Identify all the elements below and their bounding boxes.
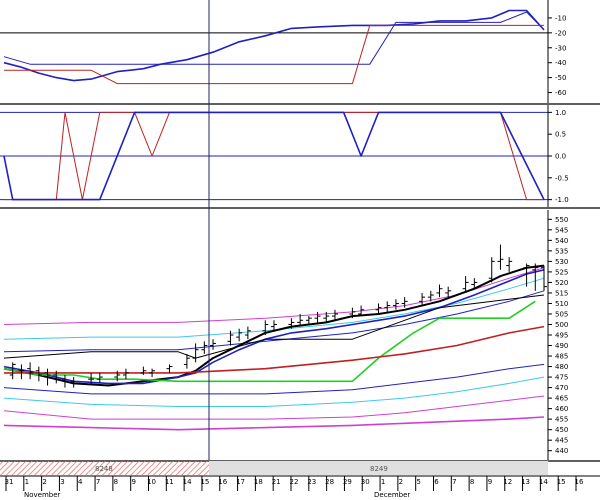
x-tick-label-31: 15 (557, 478, 566, 486)
y-tick-label-2-18: 460 (555, 405, 568, 413)
y-tick-label-2-20: 450 (555, 426, 568, 434)
x-tick-label-10: 14 (183, 478, 192, 486)
x-tick-label-17: 23 (307, 478, 316, 486)
x-tick-label-20: 30 (361, 478, 370, 486)
y-tick-label-1-1: 0.5 (555, 131, 566, 139)
x-tick-label-8: 10 (147, 478, 156, 486)
y-tick-label-2-15: 475 (555, 374, 568, 382)
x-tick-label-16: 22 (290, 478, 299, 486)
y-tick-label-2-6: 520 (555, 279, 568, 287)
stock-chart: -10-20-30-40-50-601.00.50.0-0.5-1.055054… (0, 0, 600, 500)
x-tick-label-15: 21 (272, 478, 281, 486)
y-tick-label-2-9: 505 (555, 310, 568, 318)
y-tick-label-2-16: 470 (555, 384, 568, 392)
y-tick-label-2-13: 485 (555, 353, 568, 361)
x-tick-label-7: 9 (131, 478, 135, 486)
y-tick-label-2-14: 480 (555, 363, 568, 371)
x-tick-label-5: 7 (96, 478, 100, 486)
x-tick-label-3: 3 (60, 478, 64, 486)
month-label-1: December (374, 491, 410, 499)
x-tick-label-4: 4 (78, 478, 83, 486)
chart-background (0, 0, 600, 500)
period-label-1: 8249 (370, 465, 388, 473)
y-tick-label-0-0: -10 (555, 14, 566, 22)
x-tick-label-0: 31 (5, 478, 14, 486)
x-tick-label-21: 1 (381, 478, 385, 486)
x-tick-label-29: 13 (521, 478, 530, 486)
x-tick-label-6: 8 (114, 478, 118, 486)
x-tick-label-2: 2 (42, 478, 46, 486)
y-tick-label-2-19: 455 (555, 416, 568, 424)
period-label-0: 8248 (95, 465, 113, 473)
x-tick-label-1: 1 (25, 478, 29, 486)
x-tick-label-30: 14 (539, 478, 548, 486)
x-tick-label-14: 18 (254, 478, 263, 486)
y-tick-label-0-5: -60 (555, 89, 566, 97)
y-tick-label-0-3: -40 (555, 59, 566, 67)
y-tick-label-1-0: 1.0 (555, 109, 566, 117)
y-tick-label-2-5: 525 (555, 268, 568, 276)
x-tick-label-26: 8 (470, 478, 474, 486)
y-tick-label-0-2: -30 (555, 44, 566, 52)
y-tick-label-0-4: -50 (555, 74, 566, 82)
y-tick-label-2-7: 515 (555, 289, 568, 297)
month-label-0: November (24, 491, 61, 499)
y-tick-label-1-2: 0.0 (555, 153, 566, 161)
chart-canvas (0, 0, 600, 500)
y-tick-label-2-8: 510 (555, 300, 568, 308)
y-tick-label-1-4: -1.0 (555, 196, 569, 204)
y-tick-label-2-0: 550 (555, 216, 568, 224)
x-tick-label-27: 9 (488, 478, 492, 486)
y-tick-label-2-22: 440 (555, 447, 568, 455)
x-tick-label-13: 17 (236, 478, 245, 486)
x-tick-label-11: 15 (200, 478, 209, 486)
y-tick-label-2-12: 490 (555, 342, 568, 350)
x-tick-label-18: 28 (325, 478, 334, 486)
x-tick-label-12: 16 (218, 478, 227, 486)
x-tick-label-23: 5 (416, 478, 420, 486)
x-tick-label-24: 6 (434, 478, 439, 486)
y-tick-label-0-1: -20 (555, 29, 566, 37)
y-tick-label-1-3: -0.5 (555, 174, 569, 182)
y-tick-label-2-11: 495 (555, 332, 568, 340)
y-tick-label-2-17: 465 (555, 395, 568, 403)
x-tick-label-22: 2 (399, 478, 403, 486)
x-tick-label-19: 29 (343, 478, 352, 486)
y-tick-label-2-3: 535 (555, 247, 568, 255)
x-tick-label-28: 12 (503, 478, 512, 486)
y-tick-label-2-1: 545 (555, 226, 568, 234)
y-tick-label-2-10: 500 (555, 321, 568, 329)
x-tick-label-9: 11 (165, 478, 174, 486)
y-tick-label-2-21: 445 (555, 437, 568, 445)
y-tick-label-2-2: 540 (555, 237, 568, 245)
x-tick-label-32: 16 (575, 478, 584, 486)
x-tick-label-25: 7 (452, 478, 456, 486)
y-tick-label-2-4: 530 (555, 258, 568, 266)
